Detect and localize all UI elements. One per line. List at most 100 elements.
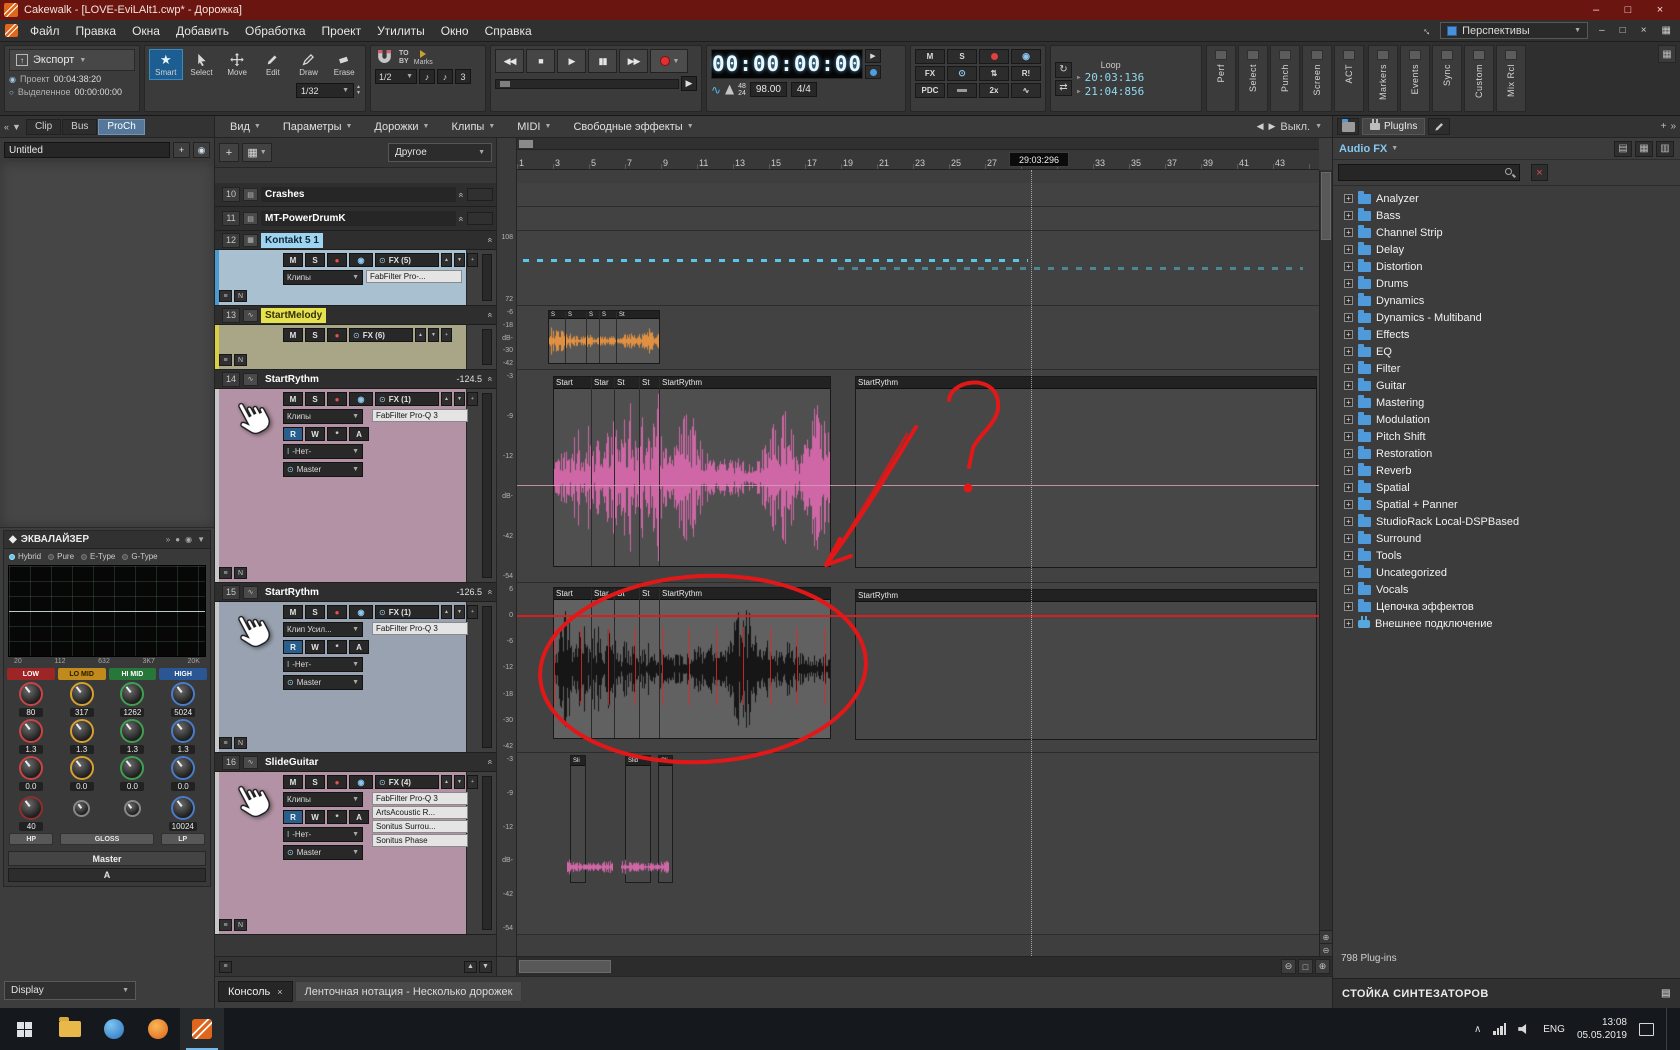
expand-icon[interactable]: + bbox=[1344, 245, 1353, 254]
notes-icon[interactable]: N bbox=[234, 290, 247, 302]
clips-dropdown[interactable]: Клип Усил... ▼ bbox=[283, 622, 363, 637]
widget-menu-icon[interactable]: ≡ bbox=[219, 354, 232, 366]
eq-mode-radio[interactable]: G-Type bbox=[122, 552, 158, 561]
notes-icon[interactable]: N bbox=[234, 354, 247, 366]
layout-cols-icon[interactable]: ▥ bbox=[1656, 140, 1674, 157]
eq-freq-knob[interactable] bbox=[18, 682, 43, 706]
expand-icon[interactable]: + bbox=[1344, 517, 1353, 526]
scrollbar-thumb[interactable] bbox=[1321, 172, 1331, 240]
fx-down-icon[interactable]: ▼ bbox=[454, 253, 465, 267]
plugin-category-row[interactable]: + Channel Strip bbox=[1333, 224, 1680, 241]
input-dropdown[interactable]: I -Нет- ▼ bbox=[283, 444, 363, 459]
mute-button[interactable]: M bbox=[283, 775, 303, 789]
fx-bin-header[interactable]: ⊙ FX (1) bbox=[375, 605, 439, 619]
plugin-category-row[interactable]: + Tools bbox=[1333, 547, 1680, 564]
fx-add-icon[interactable]: + bbox=[467, 775, 478, 789]
input-echo-button[interactable]: ◉ bbox=[349, 775, 373, 789]
rack-menu-icon[interactable]: ▤ bbox=[1661, 988, 1671, 999]
clips-pane[interactable]: 135791113151719212325272931333537394143 … bbox=[517, 138, 1332, 956]
expand-chevron-icon[interactable]: « bbox=[485, 376, 495, 381]
inspector-tab[interactable]: ProCh bbox=[98, 118, 145, 135]
global-solo-button[interactable]: S bbox=[947, 49, 977, 64]
zoom-out-icon[interactable]: ⊖ bbox=[1320, 943, 1332, 956]
loop-toggle-button[interactable]: ↻ bbox=[1055, 61, 1072, 78]
widget-menu-icon[interactable]: ≡ bbox=[219, 737, 232, 749]
input-echo-selector[interactable]: Выкл. bbox=[1280, 121, 1310, 133]
track-height-down-icon[interactable]: ▼ bbox=[479, 960, 492, 973]
input-dropdown[interactable]: I -Нет- ▼ bbox=[283, 827, 363, 842]
expand-icon[interactable]: + bbox=[1344, 619, 1353, 628]
audio-clip[interactable]: S bbox=[566, 311, 586, 363]
clips-dropdown[interactable]: Клипы ▼ bbox=[283, 270, 363, 285]
archive-button[interactable]: A bbox=[349, 427, 369, 441]
eq-power-icon[interactable]: ● bbox=[175, 535, 180, 544]
now-time-display[interactable]: 00:00:00:00 bbox=[711, 49, 863, 79]
prev-icon[interactable]: ◀ bbox=[1257, 121, 1264, 132]
close-icon[interactable]: × bbox=[277, 987, 282, 997]
fx-plugin-item[interactable]: ArtsAcoustic R... bbox=[372, 806, 468, 819]
input-dropdown[interactable]: I -Нет- ▼ bbox=[283, 657, 363, 672]
mute-button[interactable]: M bbox=[283, 605, 303, 619]
fx-down-icon[interactable]: ▼ bbox=[428, 328, 439, 342]
arm-button[interactable]: ● bbox=[327, 775, 347, 789]
control-bar-module-toggle[interactable]: Custom bbox=[1464, 45, 1494, 112]
audio-clip[interactable]: St bbox=[615, 588, 639, 738]
plugin-category-row[interactable]: + Drums bbox=[1333, 275, 1680, 292]
taskbar-cakewalk-icon[interactable] bbox=[180, 1008, 224, 1050]
audio-clip[interactable]: StartRythm bbox=[660, 377, 830, 566]
expand-icon[interactable]: + bbox=[1344, 551, 1353, 560]
dim-solo-button[interactable] bbox=[947, 83, 977, 98]
plugin-category-row[interactable]: + Bass bbox=[1333, 207, 1680, 224]
display-dropdown[interactable]: Display ▼ bbox=[4, 981, 136, 1000]
expand-chevron-icon[interactable]: « bbox=[456, 192, 466, 197]
expand-icon[interactable]: + bbox=[1344, 211, 1353, 220]
eq-menu-icon[interactable]: ▼ bbox=[197, 535, 205, 544]
fx-up-icon[interactable]: ▲ bbox=[441, 392, 452, 406]
expand-icon[interactable]: + bbox=[1344, 568, 1353, 577]
plugin-category-row[interactable]: + Distortion bbox=[1333, 258, 1680, 275]
fx-down-icon[interactable]: ▼ bbox=[454, 605, 465, 619]
archive-button[interactable]: A bbox=[349, 640, 369, 654]
menu-item[interactable]: Добавить bbox=[168, 22, 237, 40]
lane-track-11[interactable] bbox=[517, 207, 1319, 231]
collapse-panel-icon[interactable]: « bbox=[4, 122, 9, 132]
audio-clip[interactable]: Star bbox=[592, 588, 614, 738]
track-view-menu[interactable]: Свободные эффекты ▼ bbox=[562, 121, 704, 133]
control-bar-module-toggle[interactable]: Markers bbox=[1368, 45, 1398, 112]
eq-freq-knob[interactable] bbox=[120, 682, 145, 706]
notes-icon[interactable]: N bbox=[234, 737, 247, 749]
minimize-button[interactable]: – bbox=[1580, 1, 1612, 19]
child-restore-button[interactable]: □ bbox=[1616, 25, 1630, 36]
time-mode-button[interactable]: ▶ bbox=[865, 49, 881, 63]
track-name[interactable]: Kontakt 5 1 bbox=[261, 232, 323, 248]
audio-clip-waveform[interactable] bbox=[567, 845, 613, 889]
control-bar-module-toggle[interactable]: Mix Rcl bbox=[1496, 45, 1526, 112]
perspectives-dropdown[interactable]: Перспективы ▼ bbox=[1440, 22, 1589, 39]
fx-up-icon[interactable]: ▲ bbox=[441, 253, 452, 267]
synth-rack-bar[interactable]: СТОЙКА СИНТЕЗАТОРОВ ▤ bbox=[1333, 978, 1680, 1008]
eq-gain-knob[interactable] bbox=[18, 756, 43, 780]
volume-icon[interactable] bbox=[1518, 1024, 1527, 1034]
expand-icon[interactable]: + bbox=[1344, 534, 1353, 543]
automation-read-button[interactable]: R bbox=[283, 810, 303, 824]
stop-button[interactable]: ■ bbox=[526, 49, 555, 73]
track-14-startrythm[interactable]: 14 ∿ StartRythm -124.5 « M S ● ◉ ⊙ FX (1… bbox=[215, 370, 496, 583]
zoom-thumb[interactable] bbox=[519, 140, 533, 148]
tool-select[interactable]: Select bbox=[185, 49, 219, 80]
widget-menu-icon[interactable]: ≡ bbox=[219, 919, 232, 931]
track-10-crashes[interactable]: 10 ▤ Crashes « bbox=[215, 183, 496, 207]
automation-write-button[interactable]: W bbox=[305, 640, 325, 654]
expand-icon[interactable]: + bbox=[1344, 262, 1353, 271]
maximize-button[interactable]: □ bbox=[1612, 1, 1644, 19]
menu-item[interactable]: Обработка bbox=[237, 22, 314, 40]
track-name[interactable]: StartRythm bbox=[261, 585, 323, 600]
eq-response-graph[interactable] bbox=[8, 565, 206, 657]
track-16-slideguitar[interactable]: 16 ∿ SlideGuitar « M S ● ◉ ⊙ FX (4) ▲ ▼ … bbox=[215, 753, 496, 935]
fx-add-icon[interactable]: + bbox=[467, 392, 478, 406]
snap-by-toggle[interactable]: BY bbox=[399, 58, 409, 66]
expand-chevron-icon[interactable]: « bbox=[485, 312, 495, 317]
clips-dropdown[interactable]: Клипы ▼ bbox=[283, 792, 363, 807]
plugin-mode-dropdown[interactable]: Audio FX ▼ bbox=[1339, 143, 1398, 155]
plugin-category-row[interactable]: + Filter bbox=[1333, 360, 1680, 377]
archive-button[interactable]: A bbox=[349, 810, 369, 824]
